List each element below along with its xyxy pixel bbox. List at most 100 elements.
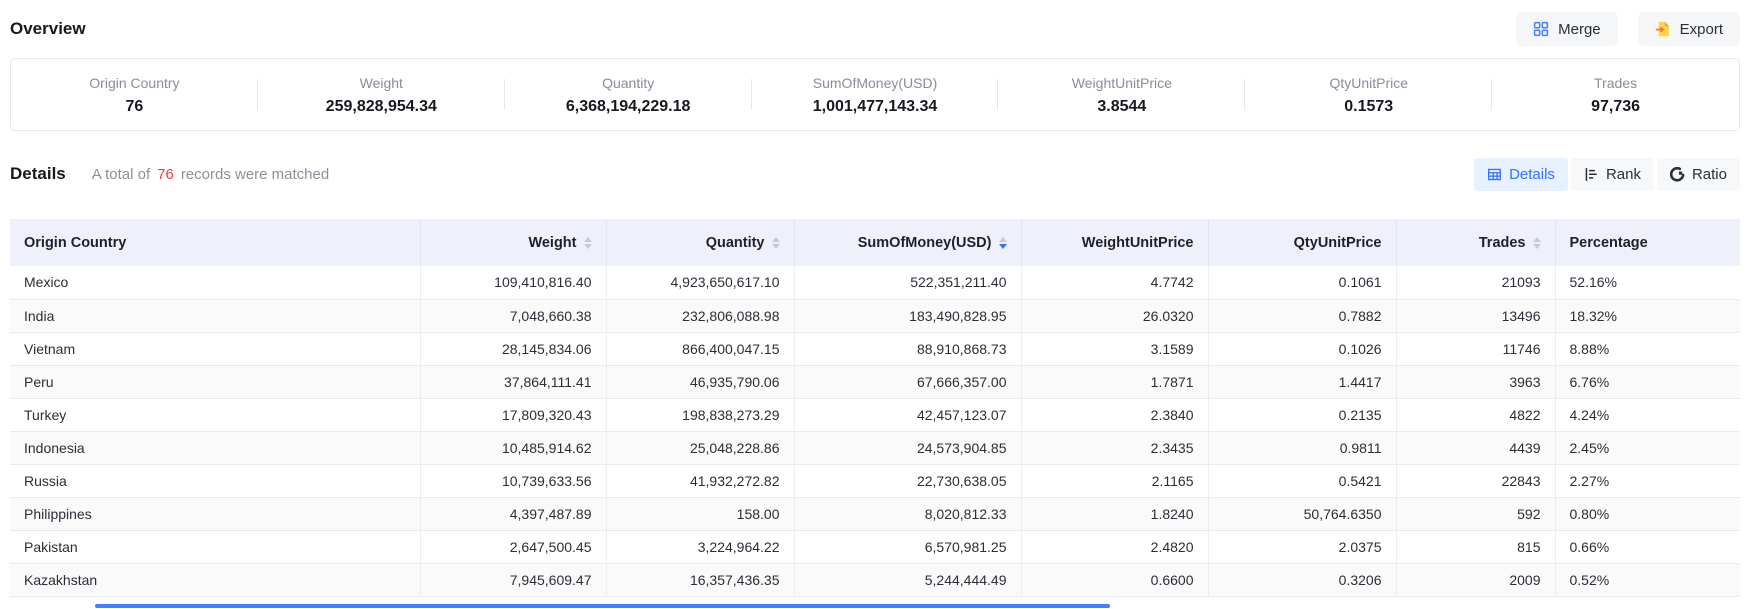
table-cell: 26.0320	[1021, 299, 1208, 332]
table-cell: 4439	[1396, 431, 1555, 464]
table-cell: 2.3435	[1021, 431, 1208, 464]
origin-country-cell: Indonesia	[10, 431, 420, 464]
column-header-trades[interactable]: Trades	[1396, 219, 1555, 266]
stat-label: QtyUnitPrice	[1245, 75, 1492, 91]
column-header-percentage: Percentage	[1555, 219, 1740, 266]
table-cell: 10,739,633.56	[420, 464, 606, 497]
table-cell: 1.4417	[1208, 365, 1396, 398]
table-cell: 0.66%	[1555, 530, 1740, 563]
records-matched-text: A total of76records were matched	[92, 166, 329, 183]
column-label: Trades	[1479, 235, 1526, 251]
table-cell: 0.1026	[1208, 332, 1396, 365]
table-row: India7,048,660.38232,806,088.98183,490,8…	[10, 299, 1740, 332]
table-cell: 37,864,111.41	[420, 365, 606, 398]
sort-caret-icon	[584, 237, 592, 249]
origin-country-cell: Russia	[10, 464, 420, 497]
table-cell: 7,945,609.47	[420, 563, 606, 596]
toolbar: Merge Export	[1516, 12, 1740, 46]
overview-stats-card: Origin Country76Weight259,828,954.34Quan…	[10, 58, 1740, 131]
table-cell: 8.88%	[1555, 332, 1740, 365]
table-cell: 866,400,047.15	[606, 332, 794, 365]
table-cell: 5,244,444.49	[794, 563, 1021, 596]
tab-details[interactable]: Details	[1474, 158, 1568, 191]
stat-value: 3.8544	[998, 98, 1245, 116]
stat-value: 1,001,477,143.34	[752, 98, 999, 116]
table-cell: 0.52%	[1555, 563, 1740, 596]
origin-country-cell: Philippines	[10, 497, 420, 530]
table-cell: 0.2135	[1208, 398, 1396, 431]
table-cell: 3,224,964.22	[606, 530, 794, 563]
origin-country-cell: Kazakhstan	[10, 563, 420, 596]
tab-label: Details	[1509, 166, 1555, 183]
merge-button-label: Merge	[1558, 21, 1601, 38]
table-row: Pakistan2,647,500.453,224,964.226,570,98…	[10, 530, 1740, 563]
table-cell: 2,647,500.45	[420, 530, 606, 563]
column-header-weightunitprice: WeightUnitPrice	[1021, 219, 1208, 266]
dashboard-page: Overview Merge Export Origin Country76We…	[0, 0, 1750, 597]
page-title: Overview	[10, 19, 86, 39]
column-header-weight[interactable]: Weight	[420, 219, 606, 266]
table-cell: 7,048,660.38	[420, 299, 606, 332]
table-cell: 18.32%	[1555, 299, 1740, 332]
overview-stat-trades: Trades97,736	[1492, 73, 1739, 116]
total-suffix: records were matched	[181, 166, 329, 183]
table-cell: 10,485,914.62	[420, 431, 606, 464]
horizontal-scrollbar-thumb[interactable]	[95, 604, 1110, 608]
table-cell: 183,490,828.95	[794, 299, 1021, 332]
table-cell: 1.8240	[1021, 497, 1208, 530]
origin-country-cell: Mexico	[10, 266, 420, 299]
table-cell: 88,910,868.73	[794, 332, 1021, 365]
overview-stat-weight: Weight259,828,954.34	[258, 73, 505, 116]
table-row: Vietnam28,145,834.06866,400,047.1588,910…	[10, 332, 1740, 365]
table-cell: 0.5421	[1208, 464, 1396, 497]
stat-label: Origin Country	[11, 75, 258, 91]
table-row: Russia10,739,633.5641,932,272.8222,730,6…	[10, 464, 1740, 497]
merge-button[interactable]: Merge	[1516, 12, 1618, 46]
table-cell: 52.16%	[1555, 266, 1740, 299]
table-cell: 4.7742	[1021, 266, 1208, 299]
stat-label: SumOfMoney(USD)	[752, 75, 999, 91]
origin-country-cell: Vietnam	[10, 332, 420, 365]
stat-value: 0.1573	[1245, 98, 1492, 116]
origin-country-cell: India	[10, 299, 420, 332]
table-row: Indonesia10,485,914.6225,048,228.8624,57…	[10, 431, 1740, 464]
stat-value: 6,368,194,229.18	[505, 98, 752, 116]
tab-rank[interactable]: Rank	[1571, 158, 1654, 191]
sort-caret-icon	[1533, 237, 1541, 249]
column-label: Origin Country	[24, 235, 126, 251]
table-cell: 0.80%	[1555, 497, 1740, 530]
table-cell: 2.45%	[1555, 431, 1740, 464]
column-header-quantity[interactable]: Quantity	[606, 219, 794, 266]
column-header-sumofmoney-usd[interactable]: SumOfMoney(USD)	[794, 219, 1021, 266]
table-cell: 50,764.6350	[1208, 497, 1396, 530]
stat-label: Weight	[258, 75, 505, 91]
overview-stat-qtyunitprice: QtyUnitPrice 0.1573	[1245, 73, 1492, 116]
table-cell: 198,838,273.29	[606, 398, 794, 431]
table-cell: 0.3206	[1208, 563, 1396, 596]
table-cell: 11746	[1396, 332, 1555, 365]
tab-ratio[interactable]: Ratio	[1657, 158, 1740, 191]
table-cell: 232,806,088.98	[606, 299, 794, 332]
stat-label: WeightUnitPrice	[998, 75, 1245, 91]
column-label: Quantity	[706, 235, 765, 251]
table-cell: 67,666,357.00	[794, 365, 1021, 398]
table-row: Peru37,864,111.4146,935,790.0667,666,357…	[10, 365, 1740, 398]
tab-label: Ratio	[1692, 166, 1727, 183]
stat-label: Quantity	[505, 75, 752, 91]
column-header-qtyunitprice: QtyUnitPrice	[1208, 219, 1396, 266]
table-cell: 25,048,228.86	[606, 431, 794, 464]
table-cell: 0.1061	[1208, 266, 1396, 299]
table-cell: 2.4820	[1021, 530, 1208, 563]
table-header-row: Origin Country Weight Quantity SumOfMoney(U…	[10, 219, 1740, 266]
table-cell: 6,570,981.25	[794, 530, 1021, 563]
export-button[interactable]: Export	[1638, 12, 1740, 46]
table-cell: 22843	[1396, 464, 1555, 497]
table-cell: 109,410,816.40	[420, 266, 606, 299]
table-cell: 17,809,320.43	[420, 398, 606, 431]
merge-grid-icon	[1533, 21, 1549, 37]
table-cell: 3963	[1396, 365, 1555, 398]
table-cell: 22,730,638.05	[794, 464, 1021, 497]
stat-value: 97,736	[1492, 98, 1739, 116]
overview-stat-quantity: Quantity 6,368,194,229.18	[505, 73, 752, 116]
export-button-label: Export	[1680, 21, 1723, 38]
